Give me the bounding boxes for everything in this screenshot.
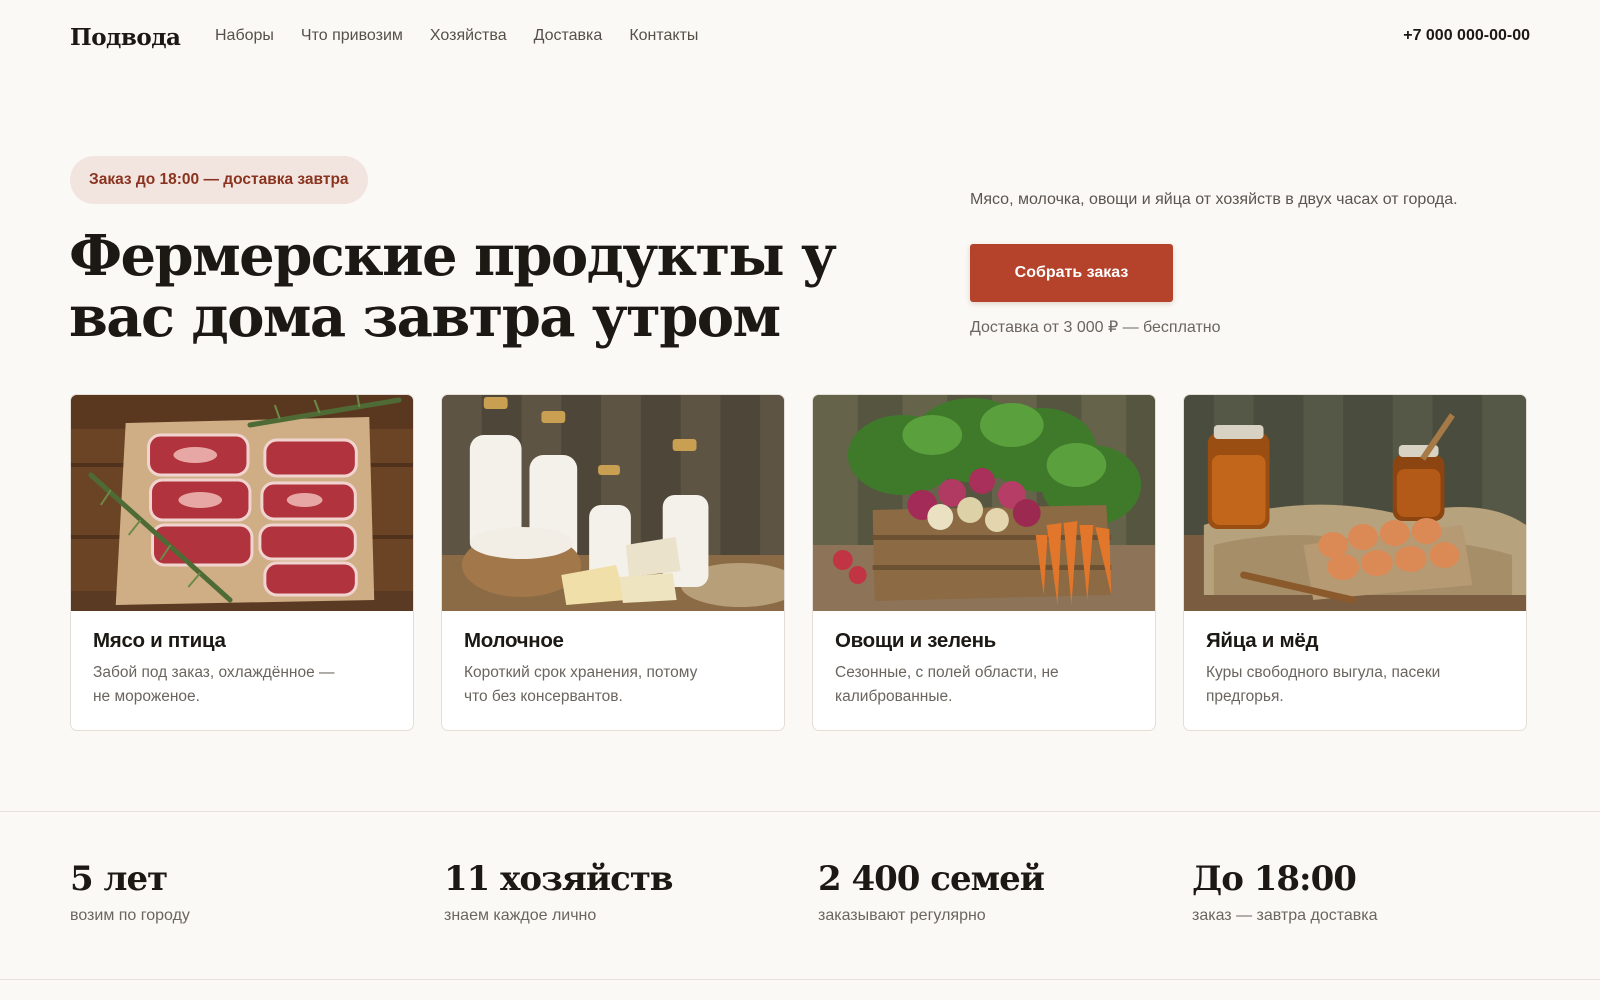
nav-link-products[interactable]: Что привозим — [301, 27, 403, 45]
delivery-badge: Заказ до 18:00 — доставка завтра — [70, 156, 368, 204]
stat-value: 2 400 семей — [818, 859, 1045, 899]
main-nav: Наборы Что привозим Хозяйства Доставка К… — [215, 27, 725, 45]
card-description: Куры свободного выгула, пасеки предгорья… — [1206, 664, 1441, 705]
category-card-meat[interactable]: Мясо и птица Забой под заказ, охлаждённо… — [70, 394, 414, 731]
stats-bar: 5 лет возим по городу 11 хозяйств знаем … — [0, 811, 1600, 980]
category-card-dairy[interactable]: Молочное Короткий срок хранения, потому … — [441, 394, 785, 731]
hero-subtitle: Мясо, молочка, овощи и яйца от хозяйств … — [970, 191, 1458, 208]
card-title: Мясо и птица — [93, 629, 226, 652]
stat-years: 5 лет возим по городу — [70, 859, 190, 925]
nav-link-farms[interactable]: Хозяйства — [430, 27, 507, 45]
phone-link[interactable]: +7 000 000-00-00 — [1403, 27, 1530, 45]
stat-value: 11 хозяйств — [444, 859, 674, 899]
card-title: Яйца и мёд — [1206, 629, 1319, 652]
site-header: Подвода Наборы Что привозим Хозяйства До… — [0, 0, 1600, 76]
eggs-honey-photo — [1184, 395, 1526, 611]
hero-title: Фермерские продукты у вас дома завтра ут… — [69, 223, 837, 350]
category-cards: Мясо и птица Забой под заказ, охлаждённо… — [70, 394, 1530, 731]
card-description: Забой под заказ, охлаждённое — не мороже… — [93, 664, 335, 705]
category-card-eggs-honey[interactable]: Яйца и мёд Куры свободного выгула, пасек… — [1183, 394, 1527, 731]
stat-label: знаем каждое лично — [444, 907, 597, 924]
delivery-note: Доставка от 3 000 ₽ — бесплатно — [970, 319, 1221, 336]
stat-label: возим по городу — [70, 907, 190, 924]
site-logo[interactable]: Подвода — [70, 24, 181, 51]
dairy-photo — [442, 395, 784, 611]
build-order-button[interactable]: Собрать заказ — [970, 244, 1173, 302]
meat-photo — [71, 395, 413, 611]
card-description: Короткий срок хранения, потому что без к… — [464, 664, 698, 705]
nav-link-contacts[interactable]: Контакты — [629, 27, 698, 45]
nav-link-delivery[interactable]: Доставка — [534, 27, 603, 45]
card-title: Овощи и зелень — [835, 629, 996, 652]
stat-label: заказывают регулярно — [818, 907, 986, 924]
card-description: Сезонные, с полей области, не калиброван… — [835, 664, 1059, 705]
nav-link-sets[interactable]: Наборы — [215, 27, 274, 45]
stat-order-time: До 18:00 заказ — завтра доставка — [1192, 859, 1378, 925]
category-card-vegetables[interactable]: Овощи и зелень Сезонные, с полей области… — [812, 394, 1156, 731]
stat-farms: 11 хозяйств знаем каждое лично — [444, 859, 674, 925]
vegetables-photo — [813, 395, 1155, 611]
card-title: Молочное — [464, 629, 564, 652]
stat-value: 5 лет — [70, 859, 168, 899]
stat-value: До 18:00 — [1192, 859, 1357, 899]
stat-families: 2 400 семей заказывают регулярно — [818, 859, 1045, 925]
stat-label: заказ — завтра доставка — [1192, 907, 1378, 924]
